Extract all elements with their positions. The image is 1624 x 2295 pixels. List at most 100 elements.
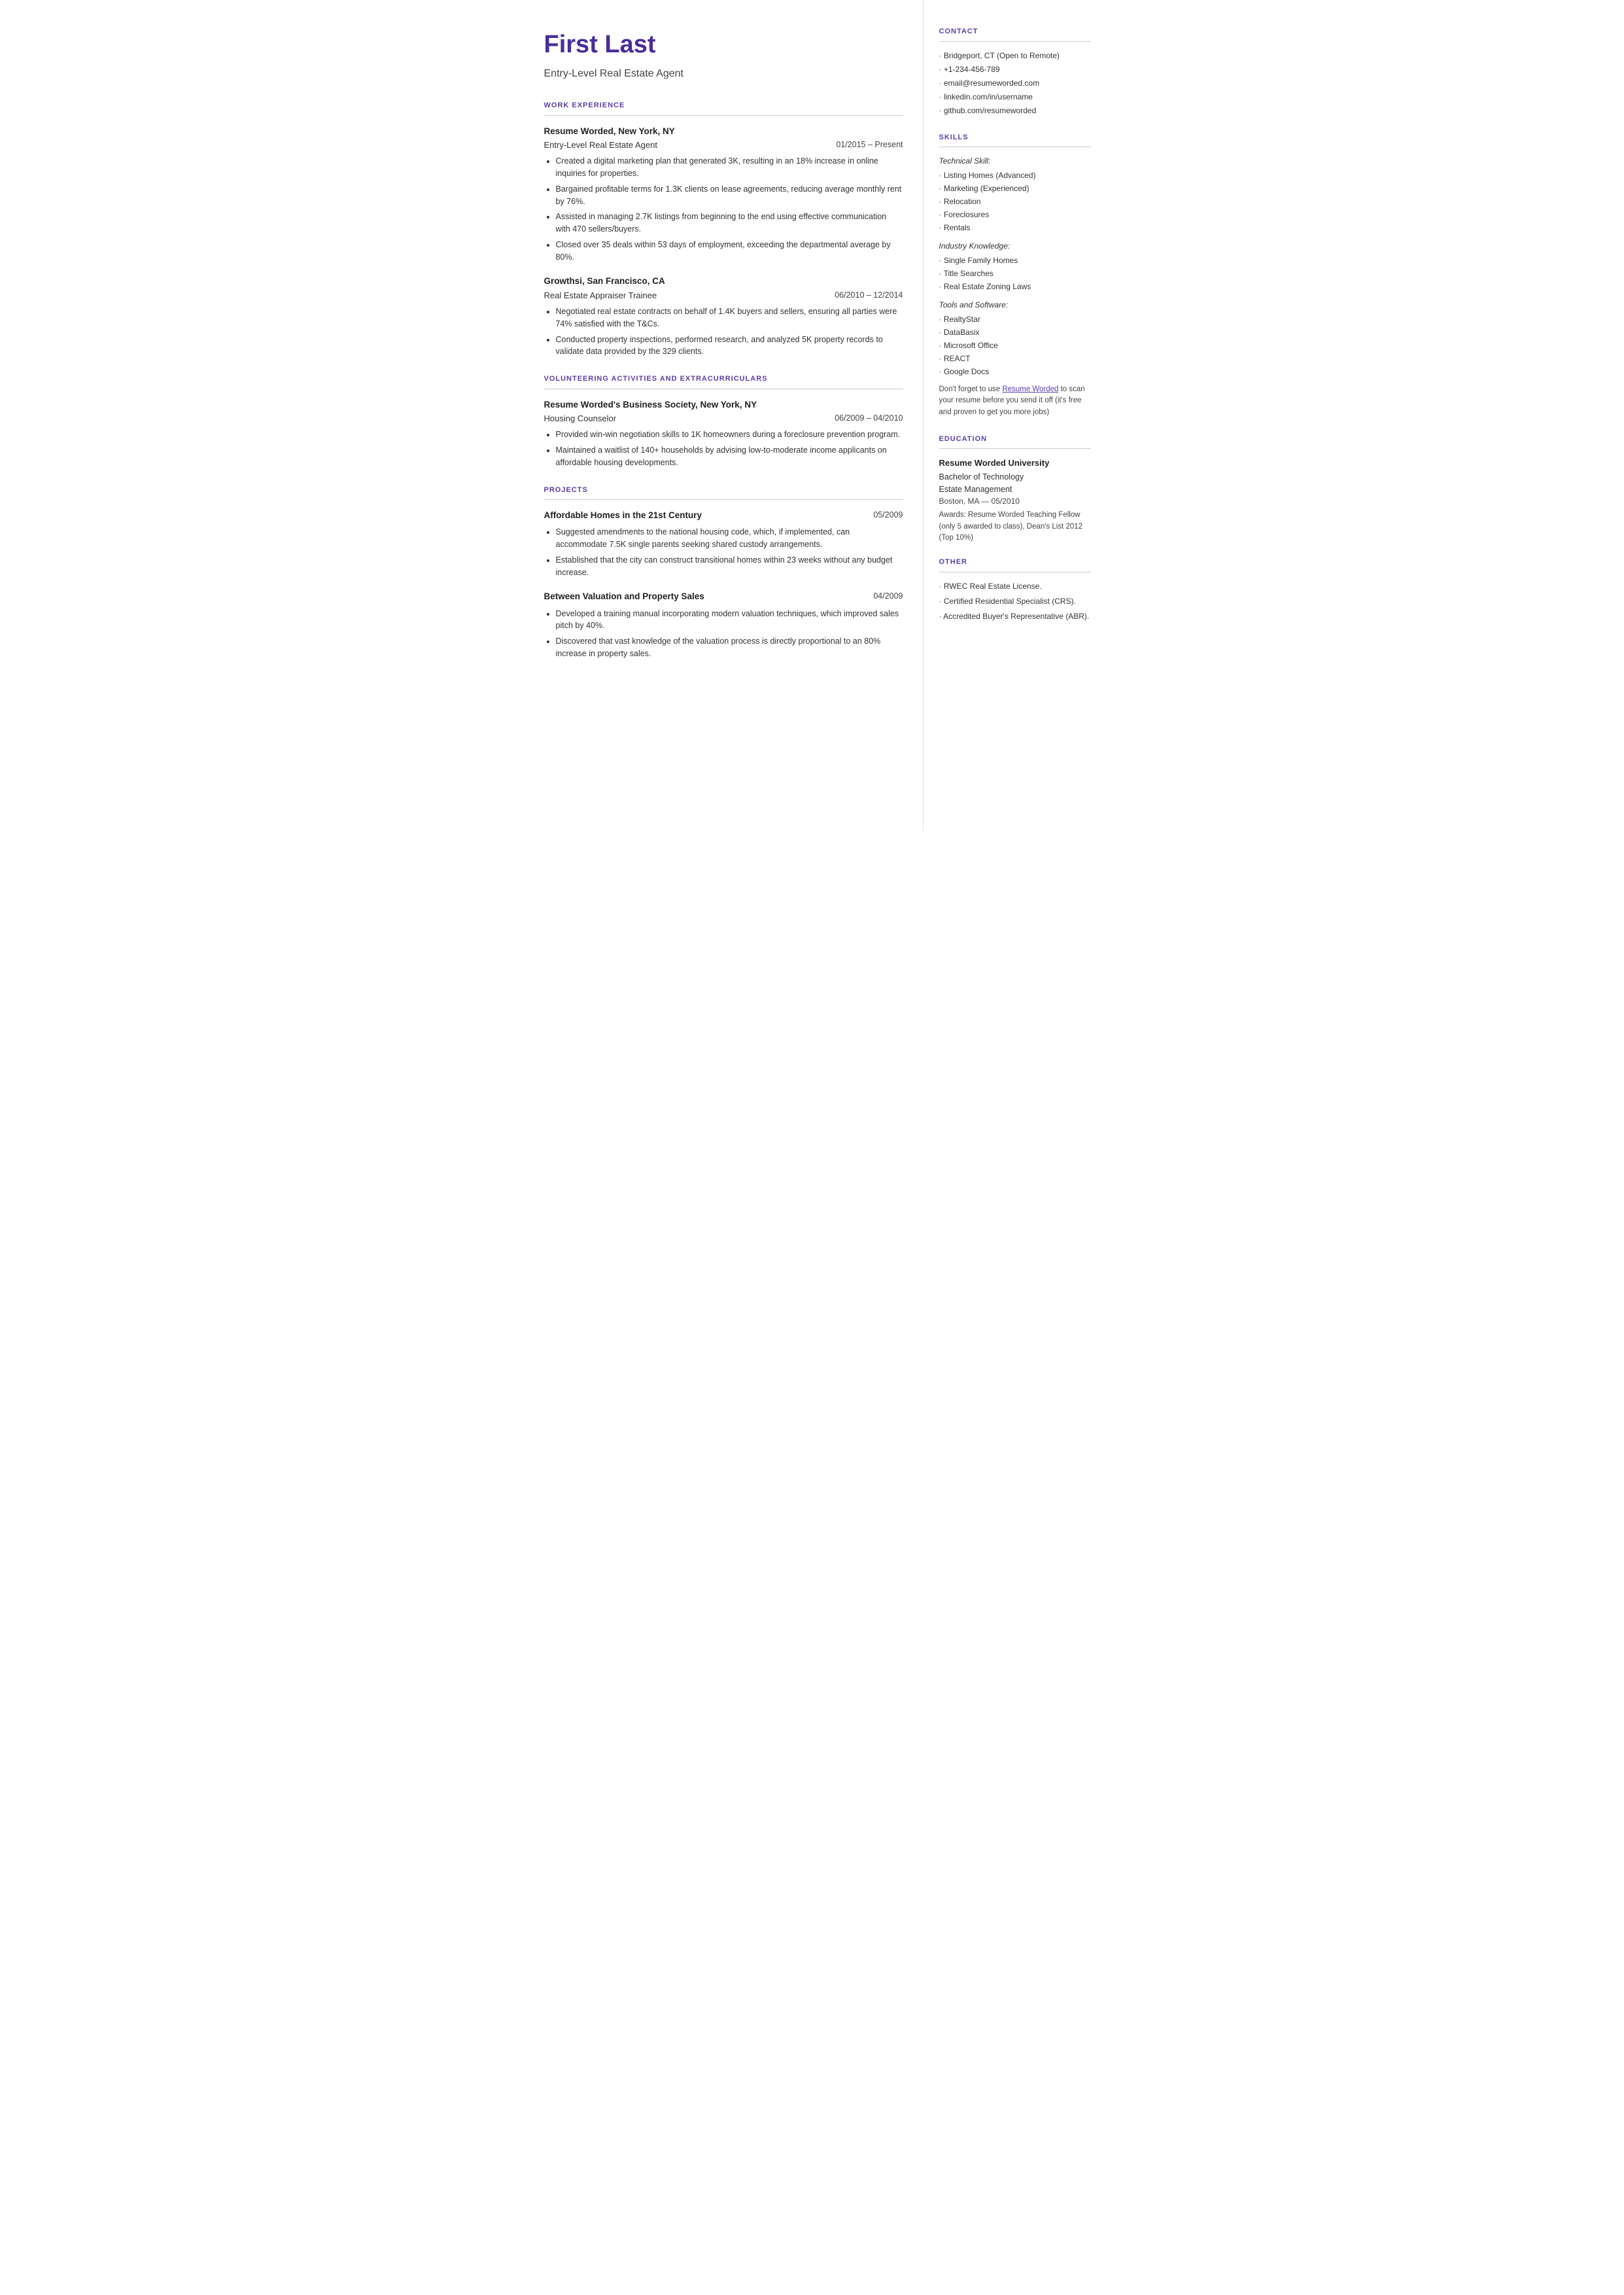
job-2: Growthsi, San Francisco, CA Real Estate … <box>544 275 903 358</box>
project-2: Between Valuation and Property Sales 04/… <box>544 590 903 659</box>
technical-skills-list: Listing Homes (Advanced) Marketing (Expe… <box>939 169 1091 234</box>
skill-react: REACT <box>939 353 1091 364</box>
skill-marketing: Marketing (Experienced) <box>939 183 1091 194</box>
job-1-bullet-4: Closed over 35 deals within 53 days of e… <box>556 239 903 264</box>
contact-email: email@resumeworded.com <box>939 77 1091 89</box>
job-1-role: Entry-Level Real Estate Agent <box>544 139 657 152</box>
skill-zoning-laws: Real Estate Zoning Laws <box>939 281 1091 292</box>
contact-label: CONTACT <box>939 26 1091 37</box>
other-item-1: RWEC Real Estate License. <box>939 580 1091 592</box>
other-label: OTHER <box>939 557 1091 568</box>
contact-section: CONTACT Bridgeport, CT (Open to Remote) … <box>939 26 1091 116</box>
skill-google-docs: Google Docs <box>939 366 1091 377</box>
contact-phone: +1-234-456-789 <box>939 63 1091 75</box>
work-experience-label: WORK EXPERIENCE <box>544 100 903 111</box>
education-label: EDUCATION <box>939 434 1091 445</box>
job-1-role-line: Entry-Level Real Estate Agent 01/2015 – … <box>544 139 903 152</box>
volunteer-1-bullets: Provided win-win negotiation skills to 1… <box>544 429 903 468</box>
volunteer-1-dates: 06/2009 – 04/2010 <box>835 412 903 425</box>
tools-skills-list: RealtyStar DataBasix Microsoft Office RE… <box>939 313 1091 377</box>
job-1-dates: 01/2015 – Present <box>836 139 903 152</box>
skill-foreclosures: Foreclosures <box>939 209 1091 220</box>
job-1-company: Resume Worded, New York, NY <box>544 125 675 138</box>
edu-degree: Bachelor of Technology <box>939 471 1091 483</box>
resume-page: First Last Entry-Level Real Estate Agent… <box>518 0 1107 831</box>
project-1-title: Affordable Homes in the 21st Century <box>544 509 702 522</box>
job-1-bullet-2: Bargained profitable terms for 1.3K clie… <box>556 183 903 208</box>
projects-label: PROJECTS <box>544 485 903 496</box>
skill-listing-homes: Listing Homes (Advanced) <box>939 169 1091 181</box>
tools-label: Tools and Software: <box>939 299 1091 311</box>
candidate-name: First Last <box>544 26 903 63</box>
job-2-role: Real Estate Appraiser Trainee <box>544 289 657 302</box>
contact-linkedin: linkedin.com/in/username <box>939 91 1091 103</box>
job-1-bullet-1: Created a digital marketing plan that ge… <box>556 155 903 180</box>
project-1-bullet-2: Established that the city can construct … <box>556 554 903 579</box>
edu-awards: Awards: Resume Worded Teaching Fellow (o… <box>939 510 1091 544</box>
job-1-bullet-3: Assisted in managing 2.7K listings from … <box>556 211 903 236</box>
other-item-2: Certified Residential Specialist (CRS). <box>939 595 1091 607</box>
job-2-bullets: Negotiated real estate contracts on beha… <box>544 306 903 358</box>
project-2-bullets: Developed a training manual incorporatin… <box>544 608 903 660</box>
project-1-date: 05/2009 <box>873 509 903 522</box>
project-1-bullet-1: Suggested amendments to the national hou… <box>556 526 903 551</box>
candidate-title: Entry-Level Real Estate Agent <box>544 66 903 82</box>
contact-address: Bridgeport, CT (Open to Remote) <box>939 50 1091 61</box>
volunteer-1-bullet-2: Maintained a waitlist of 140+ households… <box>556 444 903 469</box>
skill-microsoft-office: Microsoft Office <box>939 340 1091 351</box>
other-section: OTHER RWEC Real Estate License. Certifie… <box>939 557 1091 622</box>
volunteer-1-company: Resume Worded's Business Society, New Yo… <box>544 398 757 412</box>
promo-link[interactable]: Resume Worded <box>1002 385 1058 393</box>
volunteer-1-role: Housing Counselor <box>544 412 617 425</box>
industry-skills-list: Single Family Homes Title Searches Real … <box>939 254 1091 292</box>
skills-section: SKILLS Technical Skill: Listing Homes (A… <box>939 132 1091 418</box>
job-2-bullet-1: Negotiated real estate contracts on beha… <box>556 306 903 330</box>
job-1-bullets: Created a digital marketing plan that ge… <box>544 155 903 263</box>
project-1-title-line: Affordable Homes in the 21st Century 05/… <box>544 509 903 522</box>
edu-school: Resume Worded University <box>939 457 1091 470</box>
other-list: RWEC Real Estate License. Certified Resi… <box>939 580 1091 622</box>
skill-single-family-homes: Single Family Homes <box>939 254 1091 266</box>
right-column: CONTACT Bridgeport, CT (Open to Remote) … <box>924 0 1107 831</box>
job-2-company: Growthsi, San Francisco, CA <box>544 275 665 288</box>
project-2-title-line: Between Valuation and Property Sales 04/… <box>544 590 903 603</box>
volunteer-1: Resume Worded's Business Society, New Yo… <box>544 398 903 469</box>
volunteer-1-role-line: Housing Counselor 06/2009 – 04/2010 <box>544 412 903 425</box>
education-divider <box>939 448 1091 449</box>
job-1-header: Resume Worded, New York, NY <box>544 125 903 138</box>
project-2-bullet-1: Developed a training manual incorporatin… <box>556 608 903 633</box>
job-2-role-line: Real Estate Appraiser Trainee 06/2010 – … <box>544 289 903 302</box>
education-section: EDUCATION Resume Worded University Bache… <box>939 434 1091 544</box>
skill-realtystar: RealtyStar <box>939 313 1091 325</box>
job-2-header: Growthsi, San Francisco, CA <box>544 275 903 288</box>
industry-label: Industry Knowledge: <box>939 240 1091 252</box>
project-2-bullet-2: Discovered that vast knowledge of the va… <box>556 635 903 660</box>
project-2-title: Between Valuation and Property Sales <box>544 590 704 603</box>
project-1: Affordable Homes in the 21st Century 05/… <box>544 509 903 578</box>
volunteering-section: VOLUNTEERING ACTIVITIES AND EXTRACURRICU… <box>544 374 903 469</box>
job-2-bullet-2: Conducted property inspections, performe… <box>556 334 903 359</box>
job-2-dates: 06/2010 – 12/2014 <box>835 289 903 302</box>
projects-divider <box>544 499 903 500</box>
promo-text-before: Don't forget to use <box>939 385 1003 393</box>
skill-relocation: Relocation <box>939 196 1091 207</box>
projects-section: PROJECTS Affordable Homes in the 21st Ce… <box>544 485 903 660</box>
contact-list: Bridgeport, CT (Open to Remote) +1-234-4… <box>939 50 1091 116</box>
volunteering-label: VOLUNTEERING ACTIVITIES AND EXTRACURRICU… <box>544 374 903 385</box>
technical-label: Technical Skill: <box>939 155 1091 167</box>
edu-block: Resume Worded University Bachelor of Tec… <box>939 457 1091 544</box>
skills-label: SKILLS <box>939 132 1091 143</box>
contact-divider <box>939 41 1091 42</box>
other-item-3: Accredited Buyer's Representative (ABR). <box>939 610 1091 622</box>
project-2-date: 04/2009 <box>873 590 903 603</box>
work-experience-divider <box>544 115 903 116</box>
skill-rentals: Rentals <box>939 222 1091 234</box>
job-1: Resume Worded, New York, NY Entry-Level … <box>544 125 903 264</box>
volunteer-1-header: Resume Worded's Business Society, New Yo… <box>544 398 903 412</box>
work-experience-section: WORK EXPERIENCE Resume Worded, New York,… <box>544 100 903 358</box>
project-1-bullets: Suggested amendments to the national hou… <box>544 526 903 578</box>
left-column: First Last Entry-Level Real Estate Agent… <box>518 0 924 831</box>
edu-field: Estate Management <box>939 483 1091 496</box>
promo-block: Don't forget to use Resume Worded to sca… <box>939 384 1091 418</box>
skill-title-searches: Title Searches <box>939 268 1091 279</box>
